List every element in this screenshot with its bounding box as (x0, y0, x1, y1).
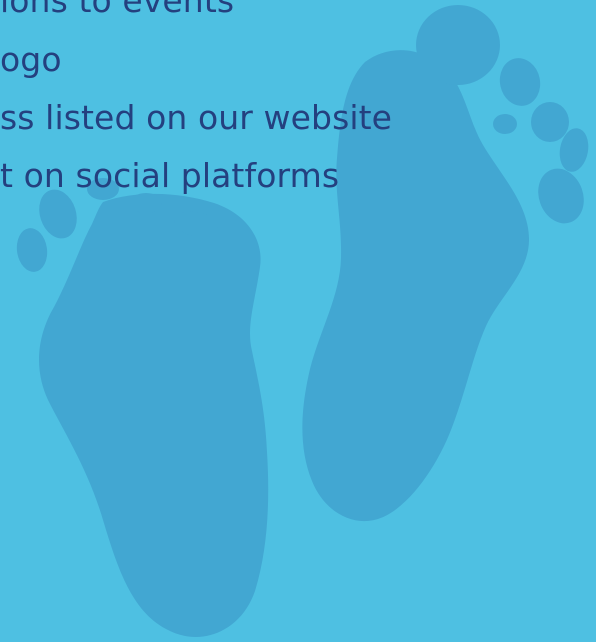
text-line-1: ions to events (0, 0, 235, 20)
text-line-2: ogo (0, 40, 62, 79)
bullet-text-block: ions to events ogo ss listed on our webs… (0, 0, 596, 200)
text-line-3: ss listed on our website (0, 98, 393, 137)
left-toe-2 (16, 228, 48, 272)
left-footprint-sole (39, 193, 269, 637)
text-line-4: t on social platforms (0, 156, 340, 195)
